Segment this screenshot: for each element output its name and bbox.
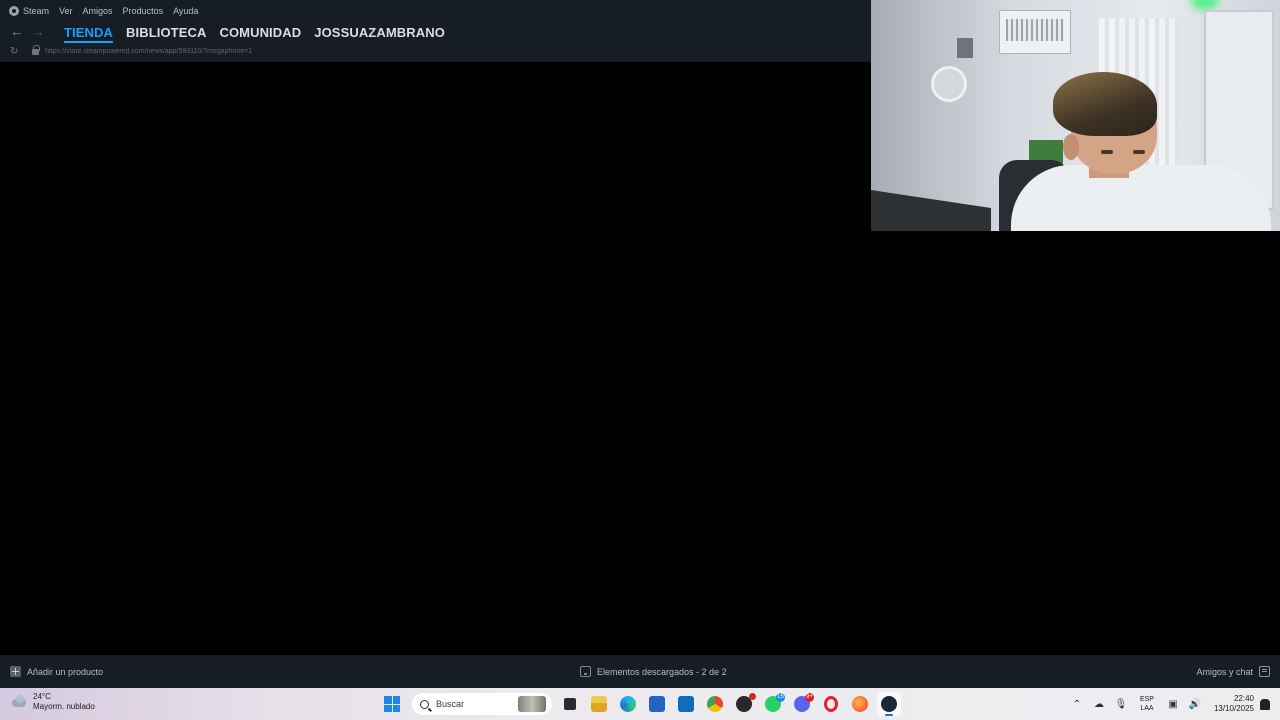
- windows-logo-icon: [384, 696, 400, 712]
- steam-logo-icon: [9, 6, 19, 16]
- forward-arrow-icon[interactable]: →: [30, 24, 46, 40]
- network-icon[interactable]: ▣: [1166, 697, 1180, 711]
- chevron-up-icon[interactable]: ⌃: [1070, 697, 1084, 711]
- url-text[interactable]: https://store.steampowered.com/news/app/…: [45, 48, 252, 55]
- notification-dot: [749, 693, 756, 700]
- microphone-icon[interactable]: 🎙: [1114, 697, 1128, 711]
- navbar: ← → TIENDA BIBLIOTECA COMUNIDAD JOSSUAZA…: [0, 22, 445, 43]
- discord-badge: 9+: [805, 693, 814, 702]
- edge-icon: [620, 696, 636, 712]
- whatsapp-button[interactable]: 15: [761, 692, 785, 716]
- language-indicator[interactable]: ESP LAA: [1140, 695, 1154, 713]
- app-dark-button[interactable]: [732, 692, 756, 716]
- plus-icon: [10, 666, 21, 677]
- firefox-icon: [852, 696, 868, 712]
- downloads-label: Elementos descargados - 2 de 2: [597, 666, 727, 677]
- steam-bottom-bar: Añadir un producto Elementos descargados…: [0, 655, 1280, 688]
- menu-steam[interactable]: Steam: [9, 6, 49, 16]
- outlook-icon: [678, 696, 694, 712]
- whatsapp-badge: 15: [776, 693, 785, 702]
- edge-button[interactable]: [616, 692, 640, 716]
- onedrive-cloud-icon[interactable]: ☁: [1092, 697, 1106, 711]
- menu-ver[interactable]: Ver: [59, 6, 73, 16]
- system-tray: ⌃ ☁ 🎙 ESP LAA ▣ 🔊 22:40 13/10/2025: [1066, 692, 1270, 716]
- folder-icon: [591, 696, 607, 712]
- webcam-person-ear: [1063, 134, 1079, 160]
- start-button[interactable]: [380, 692, 404, 716]
- file-explorer-button[interactable]: [587, 692, 611, 716]
- download-icon: [580, 666, 591, 677]
- add-product-label: Añadir un producto: [27, 666, 104, 677]
- webcam-overlay: [871, 0, 1280, 231]
- weather-widget[interactable]: 24°C Mayorm. nublado: [10, 692, 95, 712]
- weather-temp: 24°C: [33, 692, 51, 701]
- opera-icon: [824, 696, 838, 712]
- webcam-person-hair: [1053, 72, 1157, 136]
- friends-chat-label: Amigos y chat: [1196, 666, 1253, 677]
- lock-icon: [32, 45, 40, 55]
- discord-button[interactable]: 9+: [790, 692, 814, 716]
- steam-window-header: Steam Ver Amigos Productos Ayuda ← → TIE…: [0, 0, 871, 62]
- reload-icon[interactable]: ↻: [10, 46, 22, 57]
- menubar: Steam Ver Amigos Productos Ayuda: [0, 0, 208, 22]
- chrome-button[interactable]: [703, 692, 727, 716]
- search-highlight-image: [518, 696, 546, 712]
- opera-button[interactable]: [819, 692, 843, 716]
- webcam-wall-clock: [931, 66, 967, 102]
- webcam-person-shirt: [1011, 165, 1271, 231]
- steam-taskbar-button[interactable]: [877, 692, 901, 716]
- store-button[interactable]: [645, 692, 669, 716]
- tab-profile[interactable]: JOSSUAZAMBRANO: [314, 25, 445, 40]
- windows-taskbar: 24°C Mayorm. nublado Buscar 15 9+ ⌃ ☁ 🎙 …: [0, 688, 1280, 720]
- chrome-icon: [707, 696, 723, 712]
- tab-biblioteca[interactable]: BIBLIOTECA: [126, 25, 206, 40]
- webcam-wall-frame: [957, 38, 973, 58]
- menu-amigos[interactable]: Amigos: [83, 6, 113, 16]
- store-icon: [649, 696, 665, 712]
- tab-tienda[interactable]: TIENDA: [64, 25, 113, 43]
- clock-date: 13/10/2025: [1213, 704, 1254, 713]
- steam-icon: [881, 696, 897, 712]
- clock[interactable]: 22:40 13/10/2025: [1214, 694, 1254, 714]
- menu-ayuda[interactable]: Ayuda: [173, 6, 198, 16]
- chat-icon: [1259, 666, 1270, 677]
- clock-time: 22:40: [1233, 694, 1254, 703]
- taskbar-search[interactable]: Buscar: [412, 693, 552, 715]
- outlook-button[interactable]: [674, 692, 698, 716]
- language-code: ESP: [1139, 696, 1154, 703]
- search-placeholder: Buscar: [436, 699, 465, 709]
- downloads-button[interactable]: Elementos descargados - 2 de 2: [580, 666, 727, 677]
- back-arrow-icon[interactable]: ←: [9, 24, 25, 40]
- menu-steam-label: Steam: [23, 6, 50, 16]
- task-view-icon: [564, 698, 576, 710]
- notification-bell-icon[interactable]: [1260, 698, 1270, 710]
- url-bar: ↻ https://store.steampowered.com/news/ap…: [0, 43, 252, 59]
- menu-productos[interactable]: Productos: [123, 6, 164, 16]
- weather-desc: Mayorm. nublado: [33, 702, 95, 711]
- add-product-button[interactable]: Añadir un producto: [10, 666, 103, 677]
- search-icon: [420, 699, 429, 709]
- friends-chat-button[interactable]: Amigos y chat: [1196, 666, 1270, 677]
- cloud-icon: [10, 695, 28, 709]
- webcam-person-eye: [1133, 150, 1145, 154]
- webcam-air-conditioner: [999, 10, 1071, 54]
- task-view-button[interactable]: [558, 692, 582, 716]
- desktop: Steam Ver Amigos Productos Ayuda ← → TIE…: [0, 0, 1280, 720]
- firefox-button[interactable]: [848, 692, 872, 716]
- taskbar-apps: Buscar 15 9+: [380, 692, 906, 716]
- keyboard-layout: LAA: [1140, 705, 1154, 712]
- webcam-person-eye: [1101, 150, 1113, 154]
- tab-comunidad[interactable]: COMUNIDAD: [219, 25, 301, 40]
- volume-icon[interactable]: 🔊: [1188, 697, 1202, 711]
